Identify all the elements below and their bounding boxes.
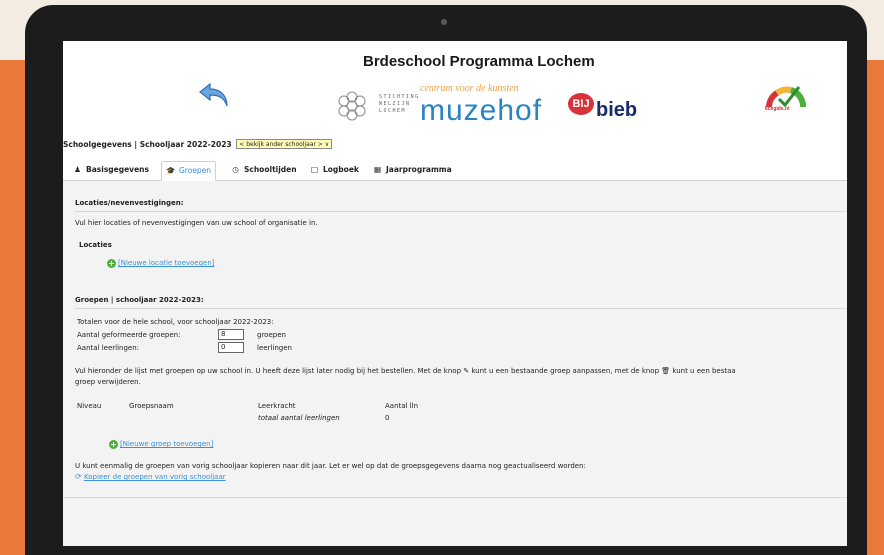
divider [75,308,847,309]
muzehof-logo: muzehof [420,94,543,127]
tab-schooltijden[interactable]: ◷ Schooltijden [227,161,301,181]
site-title: Brdeschool Programma Lochem [363,53,595,70]
calendar-icon: ▦ [373,165,382,174]
plus-icon: + [109,440,118,449]
total-students-label: totaal aantal leerlingen [258,414,340,422]
column-header-niveau: Niveau [77,402,102,410]
person-icon: ♟ [74,165,81,174]
column-header-groepsnaam: Groepsnaam [129,402,174,410]
tab-label: Schooltijden [244,165,297,174]
stichting-welzijn-logo-text: STICHTING WELZIJN LOCHEM [379,94,420,114]
stichting-flower-logo-icon [338,91,366,121]
total-students-value: 0 [385,414,390,422]
students-unit: leerlingen [257,344,292,352]
groups-unit: groepen [257,331,286,339]
groups-info-line2: groep verwijderen. [75,378,141,386]
clock-icon: ◷ [232,165,239,174]
divider [75,211,847,212]
tab-label: Logboek [323,165,359,174]
totals-intro: Totalen voor de hele school, voor school… [77,318,274,326]
students-count-label: Aantal leerlingen: [77,344,140,352]
back-arrow-icon[interactable] [198,81,232,109]
copy-groups-link[interactable]: Kopieer de groepen van vorig schooljaar [84,473,226,481]
add-group-link[interactable]: [Nieuwe groep toevoegen] [120,440,213,448]
book-icon: □ [310,165,319,174]
divider [63,497,847,498]
locaties-intro: Vul hier locaties of nevenvestigingen va… [75,219,318,227]
school-year-bar: Schoolgegevens | Schooljaar 2022-2023 < … [63,139,333,149]
bieb-logo: bieb [596,99,638,121]
tab-label: Basisgegevens [86,165,149,174]
add-location-link[interactable]: [Nieuwe locatie toevoegen] [118,259,214,267]
column-header-leerkracht: Leerkracht [258,402,296,410]
school-year-label: Schoolgegevens | Schooljaar 2022-2023 [63,140,232,149]
students-count-input[interactable]: 0 [218,342,244,353]
tab-label: Jaarprogramma [386,165,452,174]
bij-logo-badge: BIJ [568,93,594,115]
school-year-select[interactable]: < bekijk ander schooljaar > ∨ [236,139,333,149]
groups-info-line1: Vul hieronder de lijst met groepen op uw… [75,367,736,375]
camera-dot [441,19,447,25]
content-panel: Locaties/nevenvestigingen: Vul hier loca… [63,181,847,546]
copy-info: U kunt eenmalig de groepen van vorig sch… [75,462,586,470]
kcegids-logo-text: kcegids.nl [765,106,790,112]
tab-logboek[interactable]: □ Logboek [306,161,363,181]
groups-count-input[interactable]: 8 [218,329,244,340]
screen: Brdeschool Programma Lochem STICHTING WE… [63,41,847,546]
graduation-cap-icon: 🎓 [166,166,176,175]
laptop-frame: Brdeschool Programma Lochem STICHTING WE… [25,5,867,555]
tab-groepen[interactable]: 🎓 Groepen [161,161,217,181]
tab-basisgegevens[interactable]: ♟ Basisgegevens [69,161,153,181]
copy-icon: ⟳ [75,472,82,481]
groups-count-label: Aantal geformeerde groepen: [77,331,181,339]
centrum-tagline: centrum voor de kunsten [420,83,519,94]
locaties-heading: Locaties/nevenvestigingen: [75,199,184,207]
tab-bar: ♟ Basisgegevens 🎓 Groepen ◷ Schooltijden □ L… [63,156,847,181]
groepen-heading: Groepen | schooljaar 2022-2023: [75,296,204,304]
tab-jaarprogramma[interactable]: ▦ Jaarprogramma [369,161,456,181]
plus-icon: + [107,259,116,268]
locaties-subheading: Locaties [79,241,112,249]
tab-label: Groepen [179,166,212,175]
column-header-aantal: Aantal lln [385,402,419,410]
